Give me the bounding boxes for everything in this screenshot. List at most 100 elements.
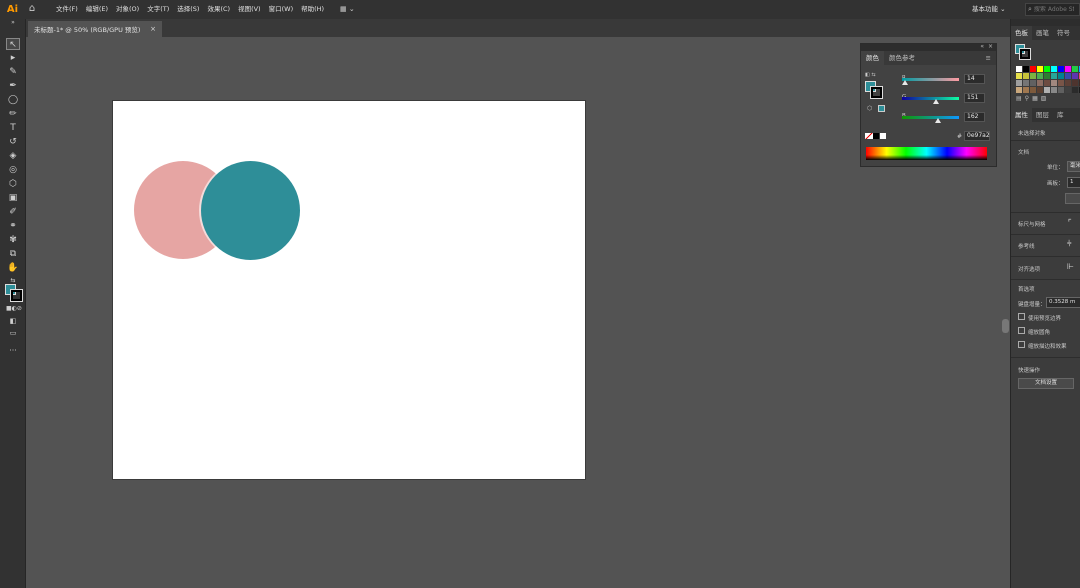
panel-menu-icon[interactable]: ≡ <box>981 51 996 65</box>
channel-slider-thumb[interactable] <box>935 118 942 123</box>
artboard[interactable] <box>113 101 585 479</box>
hex-input[interactable]: 0e97a2 <box>964 131 990 141</box>
magic-wand-icon[interactable]: ✎ <box>6 66 20 78</box>
eyedropper-tool-icon[interactable]: ✐ <box>6 206 20 218</box>
preview-bounds-checkbox[interactable] <box>1018 313 1025 320</box>
more-tools-icon[interactable]: ··· <box>6 345 20 357</box>
color-spectrum[interactable] <box>866 147 987 160</box>
teal-circle[interactable] <box>201 161 300 260</box>
tab-swatches[interactable]: 色板 <box>1011 26 1032 40</box>
menu-effect[interactable]: 效果(C) <box>203 0 234 19</box>
color-swatch[interactable] <box>1051 66 1057 72</box>
swatch-library-icons[interactable]: ▤⚲▦▨ <box>1016 95 1049 102</box>
color-swatch[interactable] <box>1072 66 1078 72</box>
web-safe-icon[interactable]: ⬡ <box>867 105 872 112</box>
document-tab[interactable]: 未标题-1* @ 50% (RGB/GPU 预览) × <box>28 21 162 37</box>
color-swatch[interactable] <box>1023 80 1029 86</box>
menu-select[interactable]: 选择(S) <box>173 0 203 19</box>
tab-color[interactable]: 颜色 <box>861 51 884 65</box>
channel-slider-thumb[interactable] <box>932 99 939 104</box>
color-swatch[interactable] <box>1030 80 1036 86</box>
shape-builder-icon[interactable]: ⬡ <box>6 178 20 190</box>
color-swatch[interactable] <box>1037 66 1043 72</box>
panel-title-bar[interactable]: « × <box>861 43 996 51</box>
color-mode-icons[interactable]: ■◐⊘ <box>6 303 22 315</box>
scrollbar-thumb[interactable] <box>1002 319 1009 333</box>
black-color-swatch[interactable] <box>873 133 879 139</box>
perspective-grid-icon[interactable]: ▣ <box>6 192 20 204</box>
ruler-icon[interactable]: ⌜ <box>1068 218 1072 227</box>
channel-value-r[interactable]: 14 <box>964 74 985 84</box>
menu-file[interactable]: 文件(F) <box>52 0 82 19</box>
panel-stroke-swatch[interactable] <box>870 86 883 99</box>
artboard-input[interactable]: 1 <box>1067 177 1080 188</box>
color-swatch[interactable] <box>1065 80 1071 86</box>
color-swatch[interactable] <box>1037 87 1043 93</box>
color-swatch[interactable] <box>1016 73 1022 79</box>
menu-object[interactable]: 对象(O) <box>112 0 143 19</box>
color-swatch[interactable] <box>1051 73 1057 79</box>
color-swatch[interactable] <box>1016 80 1022 86</box>
artboard-tool-icon[interactable]: ⧉ <box>6 248 20 260</box>
close-icon[interactable]: × <box>150 25 156 33</box>
color-swatch[interactable] <box>1044 66 1050 72</box>
default-colors-icon[interactable]: ◧ ⇆ <box>865 72 876 78</box>
workspace-switcher[interactable]: 基本功能 ⌄ <box>972 0 1006 19</box>
tab-color-guide[interactable]: 颜色参考 <box>884 51 920 65</box>
direct-selection-tool-icon[interactable]: ▸ <box>6 52 20 64</box>
color-swatch[interactable] <box>1072 73 1078 79</box>
color-swatch[interactable] <box>1058 80 1064 86</box>
color-swatch[interactable] <box>1058 87 1064 93</box>
tab-libraries[interactable]: 库 <box>1053 108 1068 122</box>
eraser-tool-icon[interactable]: ◈ <box>6 150 20 162</box>
collapse-icon[interactable]: » <box>6 20 20 26</box>
hand-tool-icon[interactable]: ✋ <box>6 262 20 274</box>
stock-search[interactable]: ⌕ <box>1025 3 1080 16</box>
color-swatch[interactable] <box>1030 73 1036 79</box>
none-color-swatch[interactable] <box>865 133 873 139</box>
channel-slider-g[interactable] <box>902 97 959 100</box>
selection-tool-icon[interactable]: ↖ <box>6 38 20 50</box>
channel-value-b[interactable]: 162 <box>964 112 985 122</box>
width-tool-icon[interactable]: ◎ <box>6 164 20 176</box>
color-swatch[interactable] <box>1023 87 1029 93</box>
edit-artboards-button[interactable] <box>1065 193 1080 204</box>
pencil-tool-icon[interactable]: ✏ <box>6 108 20 120</box>
color-swatch[interactable] <box>1016 87 1022 93</box>
color-swatch[interactable] <box>1016 66 1022 72</box>
color-swatch[interactable] <box>1051 80 1057 86</box>
type-tool-icon[interactable]: T <box>6 122 20 134</box>
scale-strokes-checkbox[interactable] <box>1018 341 1025 348</box>
out-of-gamut-swatch[interactable] <box>878 105 885 112</box>
dock-title-bar[interactable] <box>1011 19 1080 26</box>
channel-value-g[interactable]: 151 <box>964 93 985 103</box>
vertical-scrollbar[interactable] <box>1001 37 1010 588</box>
pen-tool-icon[interactable]: ✒ <box>6 80 20 92</box>
color-swatch[interactable] <box>1023 66 1029 72</box>
tab-symbols[interactable]: 符号 <box>1053 26 1074 40</box>
color-swatch[interactable] <box>1037 80 1043 86</box>
color-swatch[interactable] <box>1058 73 1064 79</box>
blend-tool-icon[interactable]: ⚭ <box>6 220 20 232</box>
minimize-icon[interactable]: « <box>980 43 984 50</box>
color-swatch[interactable] <box>1065 73 1071 79</box>
color-swatch[interactable] <box>1051 87 1057 93</box>
color-swatch[interactable] <box>1058 66 1064 72</box>
arrange-documents-icon[interactable]: ▦ ⌄ <box>340 4 358 15</box>
color-swatch[interactable] <box>1072 80 1078 86</box>
color-swatch[interactable] <box>1023 73 1029 79</box>
menu-type[interactable]: 文字(T) <box>143 0 173 19</box>
channel-slider-thumb[interactable] <box>902 80 909 85</box>
white-color-swatch[interactable] <box>880 133 886 139</box>
tab-brushes[interactable]: 画笔 <box>1032 26 1053 40</box>
color-swatch[interactable] <box>1044 87 1050 93</box>
menu-edit[interactable]: 编辑(E) <box>82 0 112 19</box>
color-swatch[interactable] <box>1030 87 1036 93</box>
color-swatch[interactable] <box>1065 87 1071 93</box>
color-swatch[interactable] <box>1044 80 1050 86</box>
swatch-stroke-indicator[interactable] <box>1019 48 1031 60</box>
tab-layers[interactable]: 图层 <box>1032 108 1053 122</box>
channel-slider-r[interactable] <box>902 78 959 81</box>
rotate-tool-icon[interactable]: ↺ <box>6 136 20 148</box>
screen-mode-icon[interactable]: ▭ <box>6 327 20 339</box>
